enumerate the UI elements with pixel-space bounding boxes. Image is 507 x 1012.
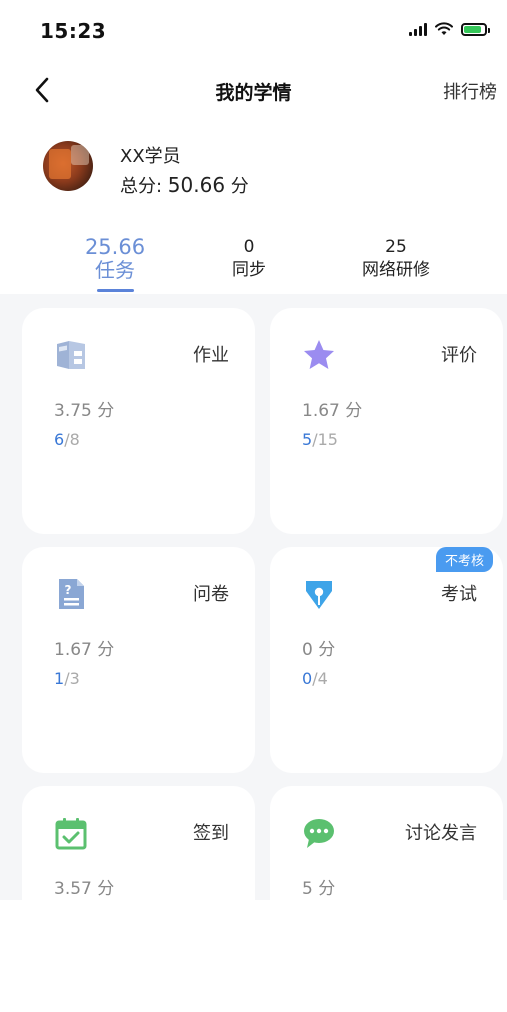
tab-sync-label: 同步 xyxy=(232,260,266,280)
card-questionnaire-total: 3 xyxy=(69,669,80,688)
card-questionnaire-title: 问卷 xyxy=(193,584,229,605)
total-score: 总分: 50.66 分 xyxy=(120,172,249,198)
card-exam-count: 0/4 xyxy=(302,669,328,688)
card-exam-done: 0 xyxy=(302,669,313,688)
card-checkin[interactable]: 签到 3.57 分 xyxy=(22,786,255,1012)
status-time: 15:23 xyxy=(40,19,107,43)
card-evaluation-score: 1.67 分 xyxy=(302,401,363,421)
wifi-icon xyxy=(435,22,453,35)
nav-bar: 我的学情 排行榜 xyxy=(0,60,507,120)
tab-online-training-label: 网络研修 xyxy=(362,260,430,280)
card-exam-score: 0 分 xyxy=(302,640,336,660)
tab-online-training-value: 25 xyxy=(385,237,407,257)
tab-task[interactable]: 25.66 任务 xyxy=(45,236,185,282)
score-tabs: 25.66 任务 0 同步 25 网络研修 xyxy=(0,236,507,294)
card-checkin-title: 签到 xyxy=(193,823,229,844)
tab-sync[interactable]: 0 同步 xyxy=(179,236,319,282)
card-checkin-score: 3.57 分 xyxy=(54,879,115,899)
card-homework[interactable]: 作业 3.75 分 6/8 xyxy=(22,308,255,534)
tab-sync-value: 0 xyxy=(243,237,255,257)
battery-icon xyxy=(461,22,490,36)
active-tab-indicator xyxy=(97,289,134,292)
card-discussion[interactable]: 讨论发言 5 分 xyxy=(270,786,503,1012)
questionnaire-icon: ? xyxy=(59,579,84,609)
card-questionnaire-score: 1.67 分 xyxy=(54,640,115,660)
total-score-label: 总分: xyxy=(120,176,168,197)
card-questionnaire-count: 1/3 xyxy=(54,669,80,688)
tab-task-value: 25.66 xyxy=(84,235,146,259)
task-cards: 作业 3.75 分 6/8 评价 1.67 分 5/15 ? 问卷 1.67 分… xyxy=(0,294,507,1012)
card-evaluation-done: 5 xyxy=(302,430,313,449)
card-homework-score: 3.75 分 xyxy=(54,401,115,421)
homework-icon xyxy=(57,341,85,369)
card-questionnaire-done: 1 xyxy=(54,669,65,688)
exam-pen-icon xyxy=(306,581,332,609)
status-icons xyxy=(409,22,490,36)
svg-text:?: ? xyxy=(65,583,72,597)
card-exam-total: 4 xyxy=(317,669,328,688)
card-questionnaire[interactable]: ? 问卷 1.67 分 1/3 xyxy=(22,547,255,773)
card-homework-done: 6 xyxy=(54,430,65,449)
tab-online-training[interactable]: 25 网络研修 xyxy=(326,236,466,282)
signal-icon xyxy=(409,22,427,36)
card-exam-title: 考试 xyxy=(441,584,477,605)
star-icon xyxy=(304,340,334,369)
calendar-check-icon xyxy=(55,818,87,850)
leaderboard-link[interactable]: 排行榜 xyxy=(443,78,497,104)
total-score-unit: 分 xyxy=(225,176,249,197)
card-homework-total: 8 xyxy=(69,430,80,449)
avatar xyxy=(43,141,93,191)
card-exam[interactable]: 不考核 考试 0 分 0/4 xyxy=(270,547,503,773)
total-score-value: 50.66 xyxy=(167,173,226,197)
tab-task-label: 任务 xyxy=(95,258,135,282)
student-name: XX学员 xyxy=(120,146,181,167)
status-bar: 15:23 xyxy=(0,0,507,60)
card-evaluation-count: 5/15 xyxy=(302,430,338,449)
card-discussion-title: 讨论发言 xyxy=(405,823,477,844)
card-evaluation-total: 15 xyxy=(317,430,338,449)
profile-section: XX学员 总分: 50.66 分 xyxy=(0,135,507,205)
card-evaluation-title: 评价 xyxy=(441,345,477,366)
card-evaluation[interactable]: 评价 1.67 分 5/15 xyxy=(270,308,503,534)
card-discussion-score: 5 分 xyxy=(302,879,336,899)
card-homework-title: 作业 xyxy=(193,345,229,366)
card-homework-count: 6/8 xyxy=(54,430,80,449)
not-assessed-badge: 不考核 xyxy=(435,547,493,572)
page-title: 我的学情 xyxy=(215,82,292,104)
chat-bubble-icon xyxy=(304,819,334,848)
